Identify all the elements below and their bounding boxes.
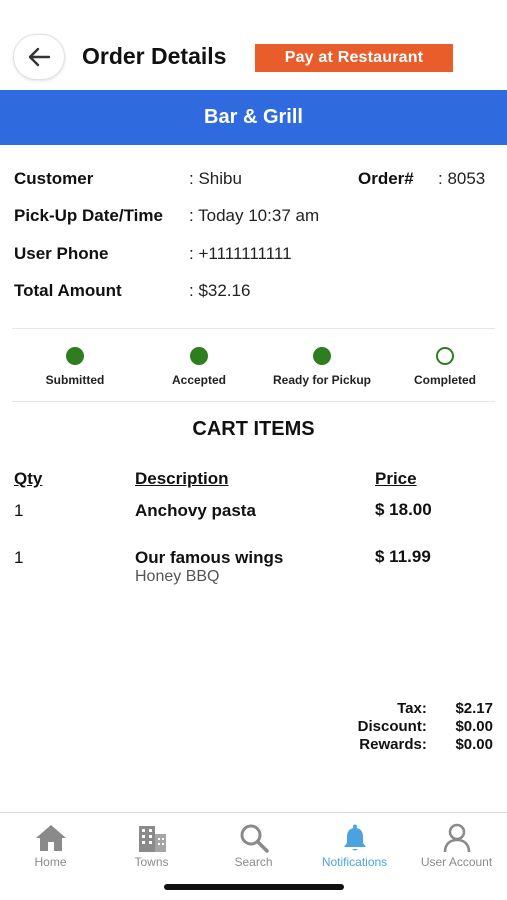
tab-home[interactable]: Home xyxy=(0,823,101,869)
status-dot-pending xyxy=(436,347,454,365)
status-label: Ready for Pickup xyxy=(272,373,372,387)
order-number-label: Order# xyxy=(358,169,414,188)
total-amount-value: : $32.16 xyxy=(189,281,251,300)
home-indicator xyxy=(164,884,344,890)
item-name: Anchovy pasta xyxy=(135,501,256,520)
discount-value: $0.00 xyxy=(455,718,493,735)
pickup-row: Pick-Up Date/Time : Today 10:37 am xyxy=(14,206,494,228)
back-button[interactable] xyxy=(13,34,65,80)
total-amount-label: Total Amount xyxy=(14,281,122,300)
status-step-completed: Completed xyxy=(383,347,507,387)
tab-label: Notifications xyxy=(321,855,388,869)
rewards-label: Rewards: xyxy=(359,736,427,753)
customer-label: Customer xyxy=(14,169,94,188)
order-totals: Tax: $2.17 Discount: $0.00 Rewards: $0.0… xyxy=(358,700,493,754)
search-icon xyxy=(240,824,269,853)
divider xyxy=(12,401,495,402)
status-step-accepted: Accepted xyxy=(137,347,261,387)
discount-label: Discount: xyxy=(357,718,427,735)
tab-search[interactable]: Search xyxy=(203,823,304,869)
status-dot xyxy=(313,347,331,365)
tax-value: $2.17 xyxy=(455,700,493,717)
restaurant-name: Bar & Grill xyxy=(204,106,303,128)
tab-label: Search xyxy=(234,855,273,869)
tab-notifications[interactable]: Notifications xyxy=(304,823,405,869)
home-icon xyxy=(35,825,66,851)
phone-row: User Phone : +1111111111 xyxy=(14,244,494,266)
rewards-line: Rewards: $0.00 xyxy=(358,736,493,754)
status-label: Completed xyxy=(413,373,476,387)
item-price: $ 11.99 xyxy=(375,547,431,566)
status-label: Submitted xyxy=(45,373,105,387)
tab-label: Home xyxy=(34,855,67,869)
item-qty: 1 xyxy=(14,548,24,567)
cart-title: CART ITEMS xyxy=(192,418,315,440)
phone-label: User Phone xyxy=(14,244,109,263)
item-name: Our famous wings xyxy=(135,548,284,567)
bell-icon xyxy=(343,824,366,851)
pickup-value: : Today 10:37 am xyxy=(189,206,320,225)
discount-line: Discount: $0.00 xyxy=(358,718,493,736)
order-number-value: : 8053 xyxy=(438,169,486,188)
divider xyxy=(12,328,495,329)
tab-label: User Account xyxy=(420,855,493,869)
tab-user-account[interactable]: User Account xyxy=(406,823,507,869)
item-qty: 1 xyxy=(14,501,24,520)
pickup-label: Pick-Up Date/Time xyxy=(14,206,163,225)
item-price: $ 18.00 xyxy=(375,500,432,519)
header: Order Details Pay at Restaurant xyxy=(0,0,507,90)
rewards-value: $0.00 xyxy=(455,736,493,753)
restaurant-banner: Bar & Grill xyxy=(0,90,507,145)
payment-method-badge: Pay at Restaurant xyxy=(255,44,453,72)
status-step-submitted: Submitted xyxy=(13,347,137,387)
user-icon xyxy=(443,823,470,853)
item-modifier: Honey BBQ xyxy=(135,568,220,585)
arrow-left-icon xyxy=(28,47,51,67)
tab-label: Towns xyxy=(134,855,169,869)
status-dot xyxy=(190,347,208,365)
qty-column-header: Qty xyxy=(14,469,43,488)
tax-line: Tax: $2.17 xyxy=(358,700,493,718)
tax-label: Tax: xyxy=(397,700,427,717)
customer-row: Customer : Shibu xyxy=(14,169,344,191)
status-dot xyxy=(66,347,84,365)
page-title: Order Details xyxy=(82,43,227,69)
customer-value: : Shibu xyxy=(189,169,242,188)
tab-towns[interactable]: Towns xyxy=(101,823,202,869)
buildings-icon xyxy=(138,826,166,852)
price-column-header: Price xyxy=(375,469,417,488)
phone-value: : +1111111111 xyxy=(189,244,292,263)
status-label: Accepted xyxy=(171,373,227,387)
status-step-ready: Ready for Pickup xyxy=(260,347,384,387)
total-amount-row: Total Amount : $32.16 xyxy=(14,281,494,303)
description-column-header: Description xyxy=(135,469,229,488)
